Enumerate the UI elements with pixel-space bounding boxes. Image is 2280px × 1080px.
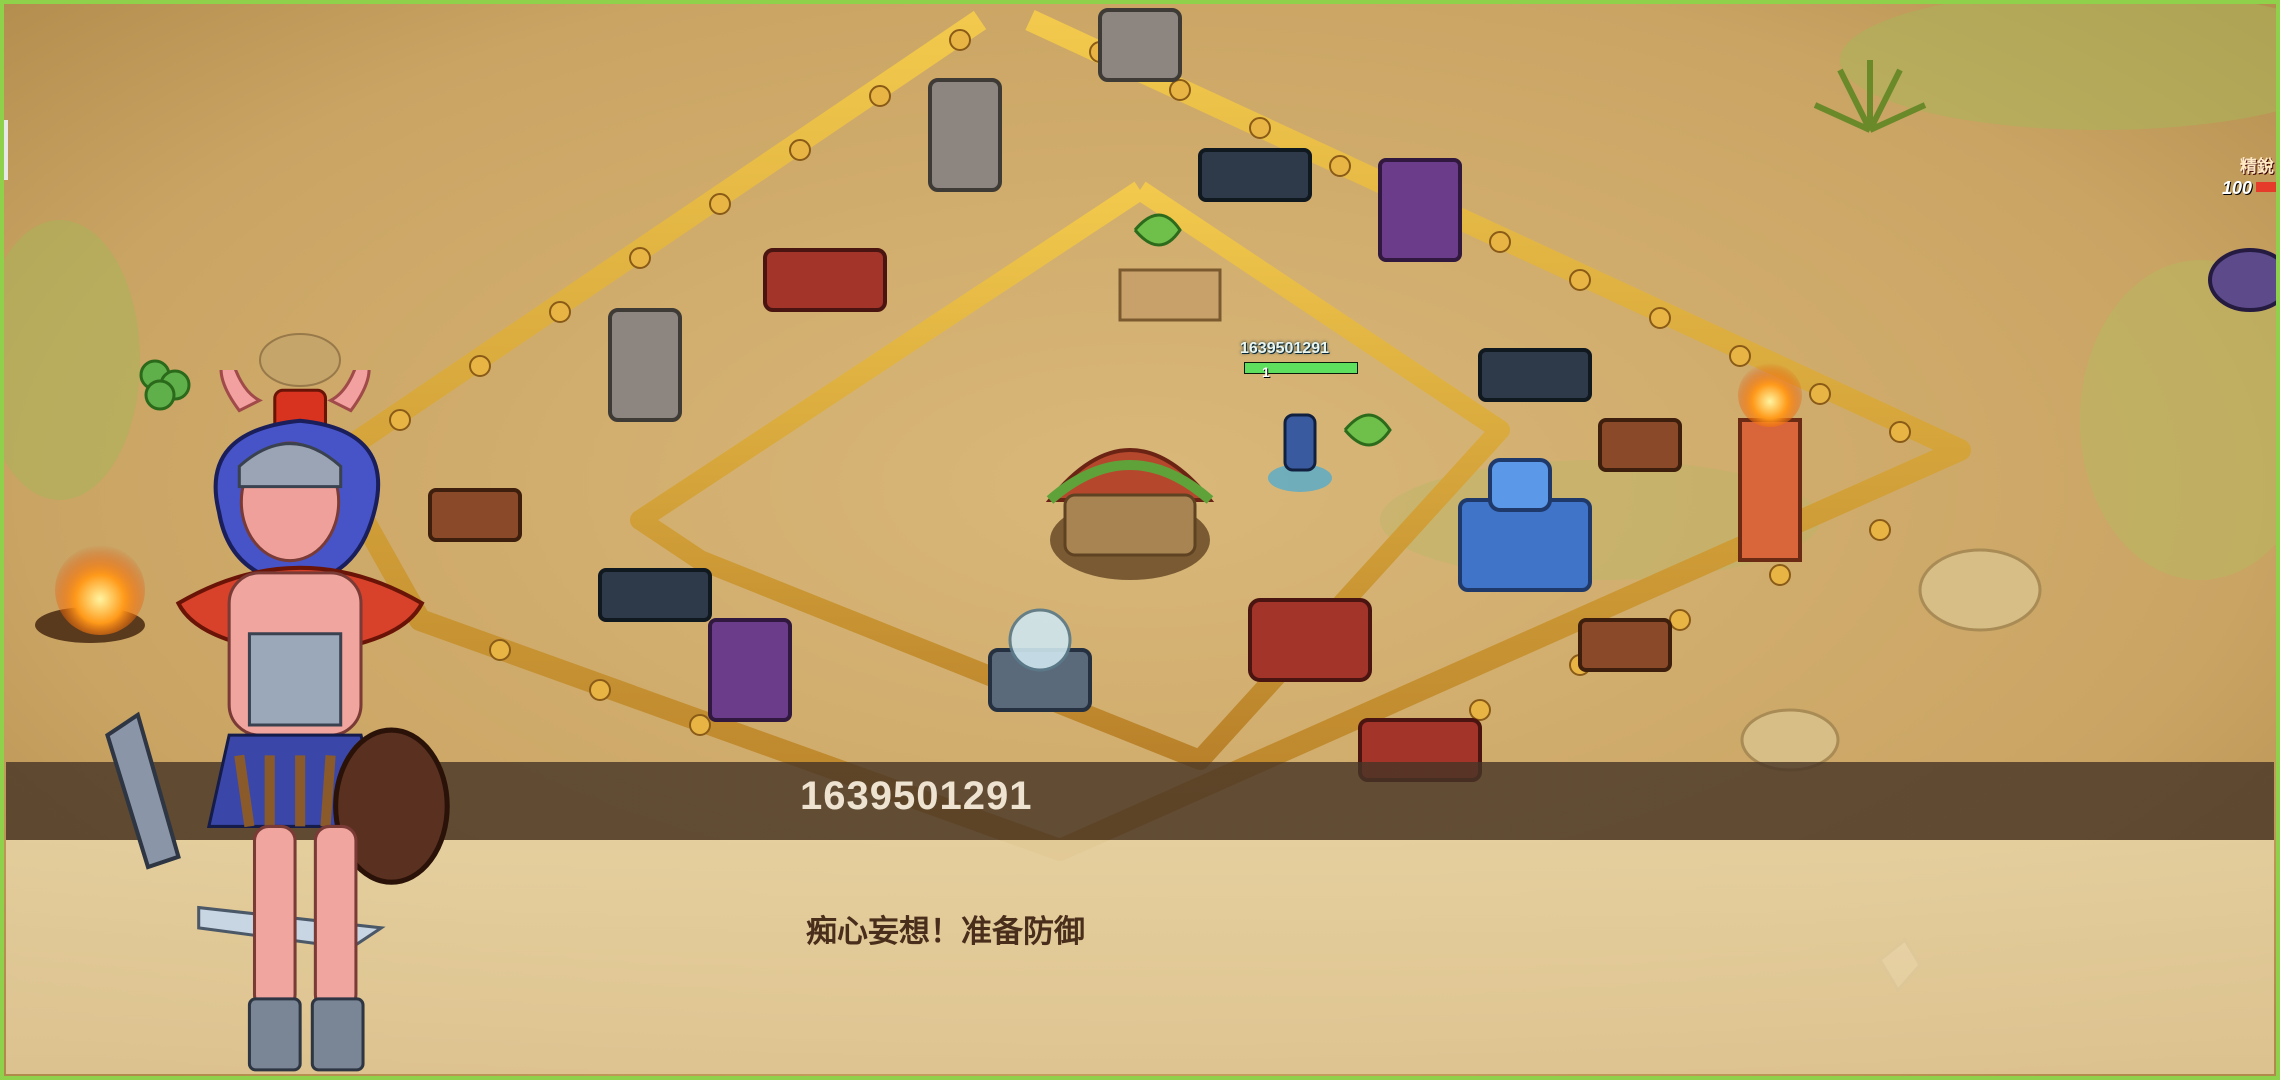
dialog-text: 痴心妄想！准备防御 [806, 914, 1085, 949]
enemy-level: 100 [2222, 178, 2253, 198]
player-level: 1 [1262, 364, 1270, 380]
dialog-speaker-name: 1639501291 [800, 774, 1033, 818]
enemy-hp-fill [2256, 182, 2280, 192]
warrior-portrait-icon [105, 370, 450, 1072]
enemy-elite-label: 精銳 [2240, 157, 2274, 176]
enemy-scorpion[interactable] [2208, 248, 2280, 312]
red-pillar-tower[interactable] [1738, 363, 1802, 562]
scroll-indicator [4, 120, 8, 180]
enemy-hp-bar [2256, 182, 2280, 192]
player-name-tag: 1639501291 [1240, 340, 1329, 357]
